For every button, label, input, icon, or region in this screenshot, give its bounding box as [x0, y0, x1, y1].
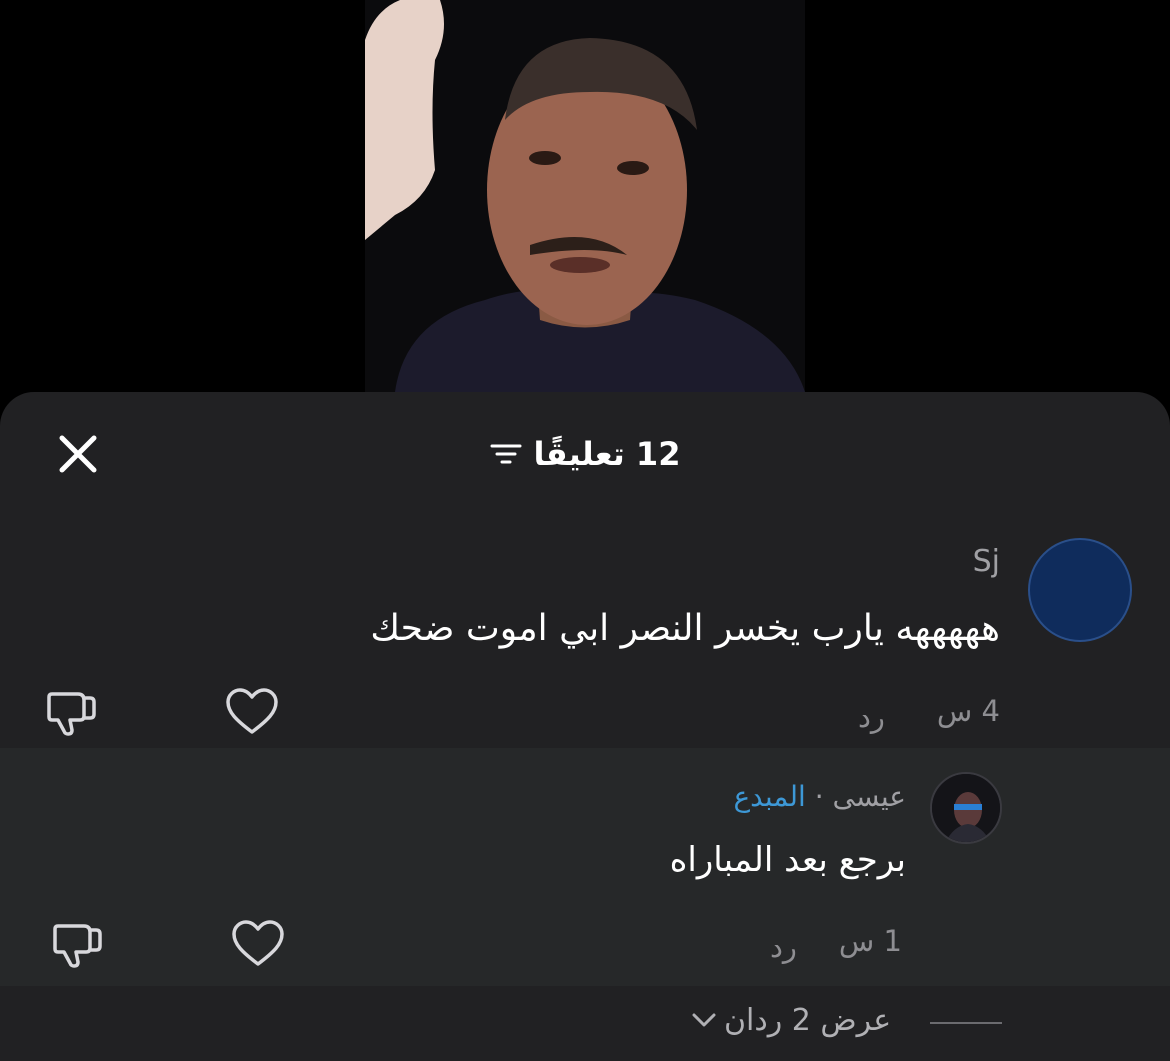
creator-badge: المبدع	[733, 780, 806, 813]
reply-dislike-icon[interactable]	[50, 918, 106, 970]
video-thumbnail	[365, 0, 805, 392]
person-silhouette	[365, 0, 805, 392]
video-player[interactable]	[0, 0, 1170, 392]
reply-username: عيسى	[832, 780, 906, 813]
reply-reply-button[interactable]: رد	[770, 930, 797, 964]
comment-username[interactable]: Sj	[973, 544, 1000, 579]
comments-sheet: 12 تعليقًا Sj هههههه يارب يخسر النصر ابي…	[0, 392, 1170, 1061]
dislike-icon[interactable]	[44, 686, 100, 738]
reply-avatar[interactable]	[930, 772, 1002, 844]
reply-timestamp: 1 س	[838, 924, 902, 958]
sort-filter-icon[interactable]	[490, 440, 522, 468]
comments-count-title: 12 تعليقًا	[533, 435, 681, 473]
avatar[interactable]	[1028, 538, 1132, 642]
reply-item: عيسى · المبدع برجع بعد المباراه 1 س رد	[0, 748, 1170, 986]
title-group: 12 تعليقًا	[0, 430, 1170, 478]
view-more-replies-button[interactable]: عرض 2 ردان	[690, 998, 891, 1042]
reply-text: برجع بعد المباراه	[669, 840, 906, 880]
comments-header: 12 تعليقًا	[0, 392, 1170, 512]
reply-heart-icon[interactable]	[230, 918, 286, 970]
reply-username-line[interactable]: عيسى · المبدع	[733, 780, 906, 813]
chevron-down-icon	[692, 1013, 716, 1027]
reply-button[interactable]: رد	[858, 700, 885, 734]
heart-icon[interactable]	[224, 686, 280, 738]
reply-avatar-image	[932, 774, 1000, 842]
view-more-replies-label: عرض 2 ردان	[724, 1002, 892, 1038]
replies-divider	[930, 1022, 1002, 1024]
comment-text: هههههه يارب يخسر النصر ابي اموت ضحك	[370, 608, 1000, 649]
name-separator: ·	[814, 780, 824, 813]
comment-timestamp: 4 س	[936, 694, 1000, 728]
